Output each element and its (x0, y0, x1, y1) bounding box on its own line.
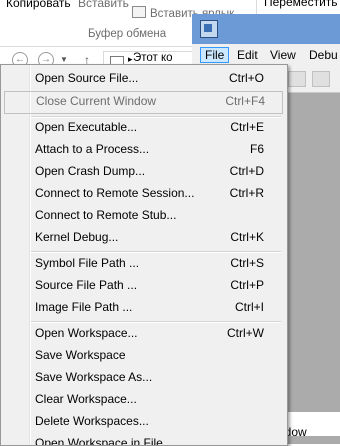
menu-item-shortcut: F6 (249, 142, 264, 156)
menu-item-label: Open Workspace... (35, 326, 138, 340)
menu-item-label: Connect to Remote Stub... (35, 208, 177, 222)
menu-debug[interactable]: Debu (304, 47, 340, 63)
menu-item-label: Open Executable... (35, 120, 138, 134)
menu-item-attach-to-process[interactable]: Attach to a Process... F6 (4, 139, 281, 160)
windbg-menu-bar: File Edit View Debu (192, 44, 340, 66)
clipboard-group-label: Буфер обмена (88, 28, 167, 40)
copy-button[interactable]: Копировать (6, 0, 71, 10)
menu-item-shortcut: Ctrl+O (228, 71, 264, 85)
menu-item-label: Kernel Debug... (35, 230, 119, 244)
menu-item-connect-remote-session[interactable]: Connect to Remote Session... Ctrl+R (4, 183, 281, 204)
menu-item-label: Image File Path ... (35, 300, 133, 314)
menu-item-label: Connect to Remote Session... (35, 186, 195, 200)
menu-item-shortcut: Ctrl+F4 (225, 94, 265, 108)
menu-item-image-file-path[interactable]: Image File Path ... Ctrl+I (4, 297, 281, 318)
menu-item-label: Clear Workspace... (35, 392, 137, 406)
menu-item-label: Attach to a Process... (35, 142, 150, 156)
menu-item-label: Close Current Window (36, 94, 157, 108)
menu-item-open-executable[interactable]: Open Executable... Ctrl+E (4, 117, 281, 138)
menu-item-save-workspace-as[interactable]: Save Workspace As... (4, 367, 281, 388)
menu-item-label: Symbol File Path ... (35, 256, 140, 270)
menu-item-label: Delete Workspaces... (35, 414, 149, 428)
menu-item-label: Source File Path ... (35, 278, 138, 292)
menu-item-shortcut: Ctrl+W (227, 326, 264, 340)
address-bar-text: Этот ко (133, 52, 173, 64)
menu-item-close-current-window[interactable]: Close Current Window Ctrl+F4 (4, 91, 283, 114)
menu-item-shortcut: Ctrl+E (230, 120, 264, 134)
menu-item-symbol-file-path[interactable]: Symbol File Path ... Ctrl+S (4, 253, 281, 274)
menu-item-label: Open Source File... (35, 71, 139, 85)
menu-edit[interactable]: Edit (232, 47, 263, 63)
file-menu-dropdown: Open Source File... Ctrl+O Close Current… (0, 64, 288, 446)
menu-item-delete-workspaces[interactable]: Delete Workspaces... (4, 411, 281, 432)
paste-shortcut-icon (132, 6, 146, 18)
menu-item-shortcut: Ctrl+K (230, 230, 264, 244)
menu-item-source-file-path[interactable]: Source File Path ... Ctrl+P (4, 275, 281, 296)
menu-item-label: Open Workspace in File... (35, 436, 173, 446)
menu-item-shortcut: Ctrl+S (230, 256, 264, 270)
menu-item-shortcut: Ctrl+P (230, 278, 264, 292)
toolbar-save-icon[interactable] (312, 71, 330, 87)
menu-item-open-workspace[interactable]: Open Workspace... Ctrl+W (4, 323, 281, 344)
menu-item-open-source-file[interactable]: Open Source File... Ctrl+O (4, 68, 281, 89)
menu-item-connect-remote-stub[interactable]: Connect to Remote Stub... (4, 205, 281, 226)
paste-button[interactable]: Вставить (78, 0, 129, 10)
toolbar-open-icon[interactable] (288, 71, 306, 87)
windbg-app-icon[interactable] (200, 20, 218, 38)
menu-item-label: Save Workspace (35, 348, 126, 362)
menu-item-label: Save Workspace As... (35, 370, 153, 384)
menu-item-label: Open Crash Dump... (35, 164, 146, 178)
menu-item-open-crash-dump[interactable]: Open Crash Dump... Ctrl+D (4, 161, 281, 182)
recent-locations-dropdown-icon[interactable]: ▼ (60, 55, 68, 64)
move-to-button[interactable]: Переместить в (264, 0, 340, 9)
menu-item-save-workspace[interactable]: Save Workspace (4, 345, 281, 366)
menu-item-shortcut: Ctrl+D (229, 164, 264, 178)
menu-view[interactable]: View (265, 47, 301, 63)
menu-item-open-workspace-in-file[interactable]: Open Workspace in File... (4, 433, 281, 446)
menu-item-kernel-debug[interactable]: Kernel Debug... Ctrl+K (4, 227, 281, 248)
menu-item-shortcut: Ctrl+R (229, 186, 264, 200)
menu-file[interactable]: File (200, 47, 230, 63)
windbg-title-bar[interactable] (192, 14, 340, 44)
menu-item-clear-workspace[interactable]: Clear Workspace... (4, 389, 281, 410)
menu-item-shortcut: Ctrl+I (234, 300, 264, 314)
